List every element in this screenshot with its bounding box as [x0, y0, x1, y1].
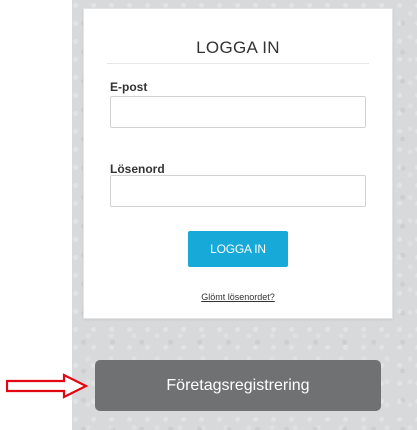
password-input[interactable]: [110, 175, 366, 207]
email-input[interactable]: [110, 96, 366, 128]
forgot-password-link[interactable]: Glömt lösenordet?: [84, 292, 392, 302]
company-registration-button[interactable]: Företagsregistrering: [95, 360, 381, 411]
right-arrow-outline-icon: [6, 373, 88, 399]
login-title: LOGGA IN: [196, 38, 280, 57]
title-divider: [107, 63, 369, 64]
email-label: E-post: [110, 80, 148, 94]
login-card: LOGGA IN E-post Lösenord LOGGA IN Glömt …: [83, 8, 393, 319]
login-page: LOGGA IN E-post Lösenord LOGGA IN Glömt …: [0, 0, 417, 430]
password-label: Lösenord: [110, 162, 165, 176]
login-button[interactable]: LOGGA IN: [188, 231, 288, 267]
